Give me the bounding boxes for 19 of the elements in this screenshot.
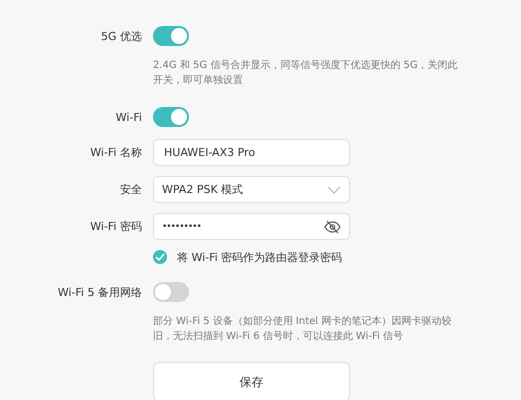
checkbox-label: 将 Wi-Fi 密码作为路由器登录密码 bbox=[177, 250, 342, 264]
save-button[interactable]: 保存 bbox=[153, 362, 350, 400]
toggle-switch[interactable] bbox=[153, 26, 189, 46]
setting-label: Wi-Fi 5 备用网络 bbox=[56, 284, 142, 300]
eye-hidden-icon[interactable] bbox=[324, 220, 341, 234]
field-label: Wi-Fi 密码 bbox=[89, 219, 142, 234]
toggle-switch[interactable] bbox=[153, 107, 189, 127]
setting-label: 5G 优选 bbox=[100, 28, 142, 44]
field-label: 安全 bbox=[119, 182, 142, 197]
hint-text: 部分 Wi-Fi 5 设备（如部分使用 Intel 网卡的笔记本）因网卡驱动较旧，无法扫描到 Wi-Fi 6 信号时，可以连接此 Wi-Fi 信号 bbox=[153, 314, 452, 344]
checkbox[interactable] bbox=[153, 250, 167, 264]
chevron-down-icon bbox=[327, 186, 341, 194]
security-dropdown[interactable]: WPA2 PSK 模式 bbox=[153, 176, 350, 203]
toggle-switch[interactable] bbox=[153, 282, 189, 302]
password-field[interactable]: ••••••••• bbox=[153, 213, 350, 240]
field-label: Wi-Fi 名称 bbox=[89, 145, 142, 160]
hint-text: 2.4G 和 5G 信号合并显示，同等信号强度下优选更快的 5G，关闭此开关，即可单独设置 bbox=[153, 58, 458, 88]
name-field[interactable]: HUAWEI-AX3 Pro bbox=[153, 139, 350, 166]
setting-label: Wi-Fi bbox=[114, 110, 142, 124]
